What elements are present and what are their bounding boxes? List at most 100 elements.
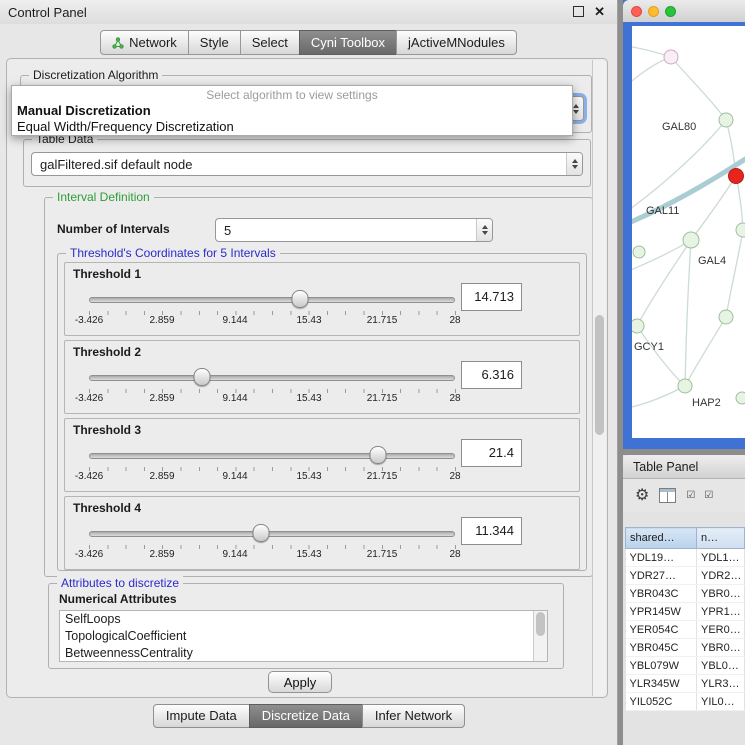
table-row[interactable]: YIL052CYIL0… (626, 693, 745, 711)
threshold-1-slider[interactable] (89, 289, 455, 309)
table-cell[interactable]: YER054C (626, 621, 697, 639)
node-label-gal80[interactable]: GAL80 (662, 121, 696, 133)
table-cell[interactable]: YIL0… (697, 693, 745, 711)
tab-network[interactable]: Network (100, 30, 189, 55)
table-cell[interactable]: YLR3… (697, 675, 745, 693)
table-row[interactable]: YER054CYER0… (626, 621, 745, 639)
zoom-traffic-light-icon[interactable] (665, 6, 676, 17)
tick-label: 15.43 (282, 471, 336, 482)
table-data-combobox[interactable]: galFiltered.sif default node (31, 152, 583, 176)
tick-label: 28 (428, 315, 482, 326)
list-scrollbar-thumb[interactable] (536, 612, 545, 636)
table-cell[interactable]: YBR0… (697, 639, 745, 657)
threshold-4-value-field[interactable]: 11.344 (461, 517, 522, 545)
table-row[interactable]: YBR045CYBR0… (626, 639, 745, 657)
table-cell[interactable]: YBR0… (697, 585, 745, 603)
table-row[interactable]: YBR043CYBR0… (626, 585, 745, 603)
combobox-stepper-icon[interactable] (476, 219, 492, 241)
list-item[interactable]: BetweennessCentrality (60, 645, 547, 662)
table-row[interactable]: YLR345WYLR3… (626, 675, 745, 693)
table-cell[interactable]: YBR043C (626, 585, 697, 603)
slider-track[interactable] (89, 375, 455, 381)
threshold-3-slider[interactable] (89, 445, 455, 465)
network-node[interactable] (736, 223, 745, 237)
slider-thumb[interactable] (370, 446, 387, 464)
table-row[interactable]: YBL079WYBL0… (626, 657, 745, 675)
node-label-gal4[interactable]: GAL4 (698, 255, 726, 267)
node-label-gal11[interactable]: GAL11 (646, 205, 679, 217)
numerical-attributes-list[interactable]: SelfLoops TopologicalCoefficient Between… (59, 610, 548, 662)
network-node-selected[interactable] (729, 169, 744, 184)
network-node[interactable] (632, 319, 644, 333)
network-canvas[interactable]: GAL80 GAL11 GAL4 GCY1 HAP2 (632, 26, 745, 438)
threshold-1-value-field[interactable]: 14.713 (461, 283, 522, 311)
apply-button[interactable]: Apply (268, 671, 332, 693)
table-cell[interactable]: YLR345W (626, 675, 697, 693)
close-window-icon[interactable]: ✕ (594, 6, 605, 17)
tab-impute-data[interactable]: Impute Data (153, 704, 250, 728)
slider-track[interactable] (89, 453, 455, 459)
list-item[interactable]: SelfLoops (60, 611, 547, 628)
columns-icon[interactable] (659, 488, 676, 503)
tab-jactivemnodules[interactable]: jActiveMNodules (396, 30, 517, 55)
table-row[interactable]: YDL19…YDL1… (626, 549, 745, 567)
tab-select[interactable]: Select (240, 30, 300, 55)
threshold-2-slider[interactable] (89, 367, 455, 387)
network-graph[interactable]: GAL80 GAL11 GAL4 GCY1 HAP2 (632, 26, 745, 438)
deselect-all-icon[interactable]: ☑ (704, 490, 712, 501)
combobox-stepper-icon[interactable] (566, 153, 582, 175)
table-cell[interactable]: YDR2… (697, 567, 745, 585)
table-cell[interactable]: YBL079W (626, 657, 697, 675)
slider-track[interactable] (89, 531, 455, 537)
dropdown-option-equal-width-frequency[interactable]: Equal Width/Frequency Discretization (12, 119, 572, 135)
network-view-window: GAL80 GAL11 GAL4 GCY1 HAP2 (623, 0, 745, 449)
table-cell[interactable]: YDR27… (626, 567, 697, 585)
table-row[interactable]: YDR27…YDR2… (626, 567, 745, 585)
slider-thumb[interactable] (194, 368, 211, 386)
table-cell[interactable]: YDL19… (626, 549, 697, 567)
tab-discretize-data[interactable]: Discretize Data (249, 704, 363, 728)
table-cell[interactable]: YBL0… (697, 657, 745, 675)
minimize-traffic-light-icon[interactable] (648, 6, 659, 17)
tab-style[interactable]: Style (188, 30, 241, 55)
select-all-icon[interactable]: ☑ (686, 490, 694, 501)
table-cell[interactable]: YIL052C (626, 693, 697, 711)
tick-label: -3.426 (62, 315, 116, 326)
table-cell[interactable]: YDL1… (697, 549, 745, 567)
network-node[interactable] (678, 379, 692, 393)
node-label-hap2[interactable]: HAP2 (692, 397, 721, 409)
table-cell[interactable]: YPR1… (697, 603, 745, 621)
tab-infer-network[interactable]: Infer Network (362, 704, 465, 728)
slider-thumb[interactable] (253, 524, 270, 542)
threshold-2-value-field[interactable]: 6.316 (461, 361, 522, 389)
network-icon (112, 37, 124, 49)
control-panel-scrollbar[interactable] (592, 60, 606, 696)
control-panel-scrollbar-thumb[interactable] (595, 315, 604, 435)
float-window-icon[interactable] (573, 6, 584, 17)
list-scrollbar[interactable] (533, 611, 547, 661)
node-label-gcy1[interactable]: GCY1 (634, 341, 664, 353)
slider-thumb[interactable] (292, 290, 309, 308)
gear-icon[interactable]: ⚙ (635, 488, 649, 504)
list-item[interactable]: TopologicalCoefficient (60, 628, 547, 645)
network-node[interactable] (719, 310, 733, 324)
table-cell[interactable]: YER0… (697, 621, 745, 639)
slider-track[interactable] (89, 297, 455, 303)
close-traffic-light-icon[interactable] (631, 6, 642, 17)
dropdown-option-manual-discretization[interactable]: Manual Discretization (12, 103, 572, 119)
column-header-name[interactable]: n… (697, 528, 745, 549)
tab-cyni-toolbox[interactable]: Cyni Toolbox (299, 30, 397, 55)
table-cell[interactable]: YBR045C (626, 639, 697, 657)
tab-label: Select (252, 35, 288, 50)
network-node[interactable] (719, 113, 733, 127)
threshold-3-value-field[interactable]: 21.4 (461, 439, 522, 467)
threshold-4-slider[interactable] (89, 523, 455, 543)
number-of-intervals-combobox[interactable]: 5 (215, 218, 493, 242)
network-node[interactable] (736, 392, 745, 404)
network-node[interactable] (633, 246, 645, 258)
table-row[interactable]: YPR145WYPR1… (626, 603, 745, 621)
column-header-shared-name[interactable]: shared… (626, 528, 697, 549)
network-node[interactable] (664, 50, 678, 64)
network-node[interactable] (683, 232, 699, 248)
table-cell[interactable]: YPR145W (626, 603, 697, 621)
